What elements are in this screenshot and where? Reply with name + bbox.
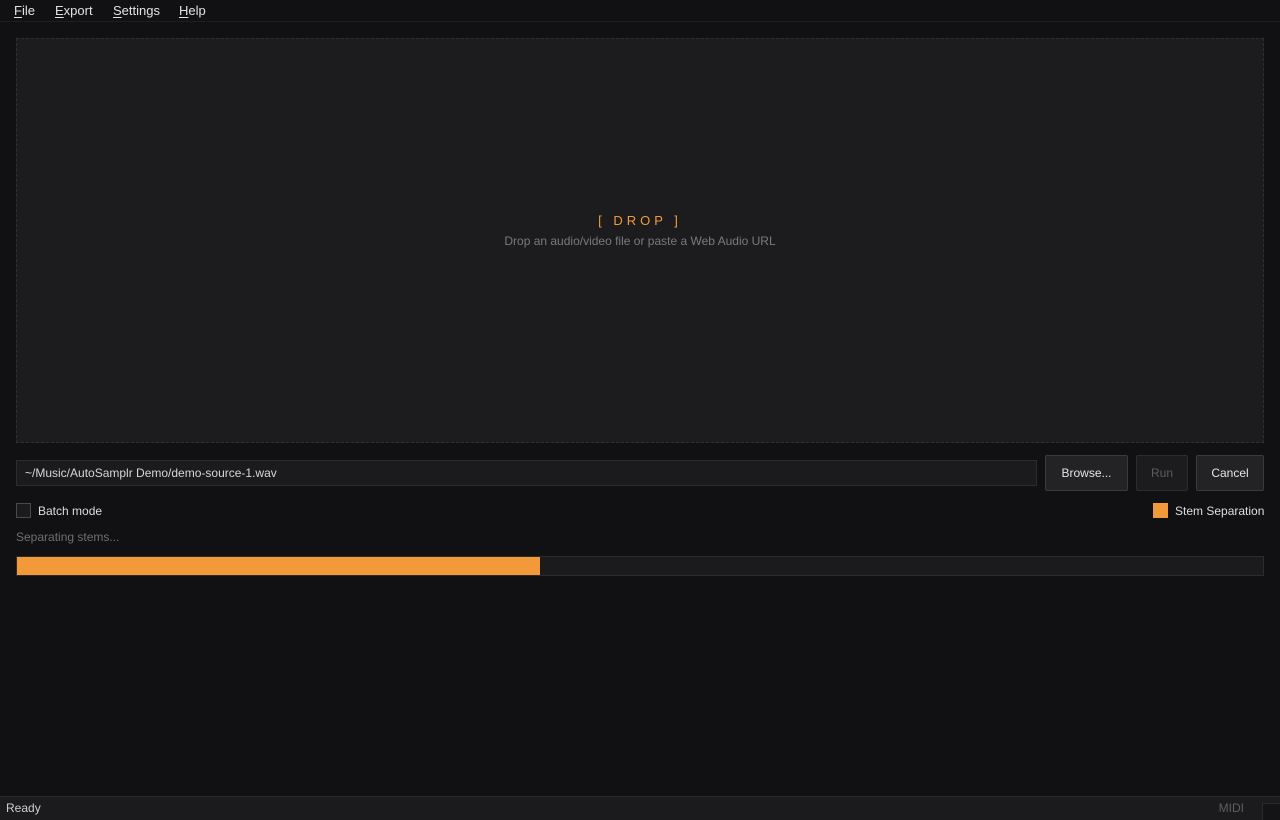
stem-separation-option[interactable]: Stem Separation bbox=[1153, 503, 1264, 518]
stem-separation-checkbox[interactable] bbox=[1153, 503, 1168, 518]
progress-bar bbox=[16, 556, 1264, 576]
browse-button[interactable]: Browse... bbox=[1045, 455, 1128, 491]
drop-zone[interactable]: [ DROP ] Drop an audio/video file or pas… bbox=[16, 38, 1264, 443]
progress-bar-fill bbox=[17, 557, 541, 575]
menu-file-label: ile bbox=[21, 2, 35, 18]
menu-export-label: xport bbox=[63, 2, 93, 18]
run-button[interactable]: Run bbox=[1136, 455, 1188, 491]
stem-separation-label: Stem Separation bbox=[1175, 503, 1265, 518]
menu-help-label: elp bbox=[188, 2, 206, 18]
source-path-input[interactable] bbox=[16, 460, 1037, 486]
progress-message: Separating stems... bbox=[16, 530, 120, 544]
menu-file[interactable]: File bbox=[14, 0, 35, 22]
batch-mode-checkbox[interactable] bbox=[16, 503, 31, 518]
menu-file-mnemonic: F bbox=[14, 2, 22, 18]
batch-mode-option[interactable]: Batch mode bbox=[16, 503, 102, 518]
menu-bar: File Export Settings Help bbox=[0, 0, 1280, 22]
menu-settings-mnemonic: S bbox=[113, 2, 122, 18]
menu-settings[interactable]: Settings bbox=[113, 0, 160, 22]
status-bar: Ready MIDI bbox=[0, 796, 1280, 820]
resize-grip-icon[interactable] bbox=[1262, 803, 1280, 820]
menu-help[interactable]: Help bbox=[179, 0, 206, 22]
menu-export-mnemonic: E bbox=[55, 2, 64, 18]
drop-zone-title: [ DROP ] bbox=[598, 213, 682, 228]
midi-indicator: MIDI bbox=[1218, 801, 1244, 815]
status-text: Ready bbox=[6, 801, 41, 815]
drop-zone-hint: Drop an audio/video file or paste a Web … bbox=[504, 234, 776, 248]
menu-help-mnemonic: H bbox=[179, 2, 189, 18]
menu-export[interactable]: Export bbox=[55, 0, 93, 22]
app-window: File Export Settings Help [ DROP ] Drop … bbox=[0, 0, 1280, 820]
menu-settings-label: ettings bbox=[121, 2, 160, 18]
batch-mode-label: Batch mode bbox=[38, 503, 103, 518]
cancel-button[interactable]: Cancel bbox=[1196, 455, 1264, 491]
